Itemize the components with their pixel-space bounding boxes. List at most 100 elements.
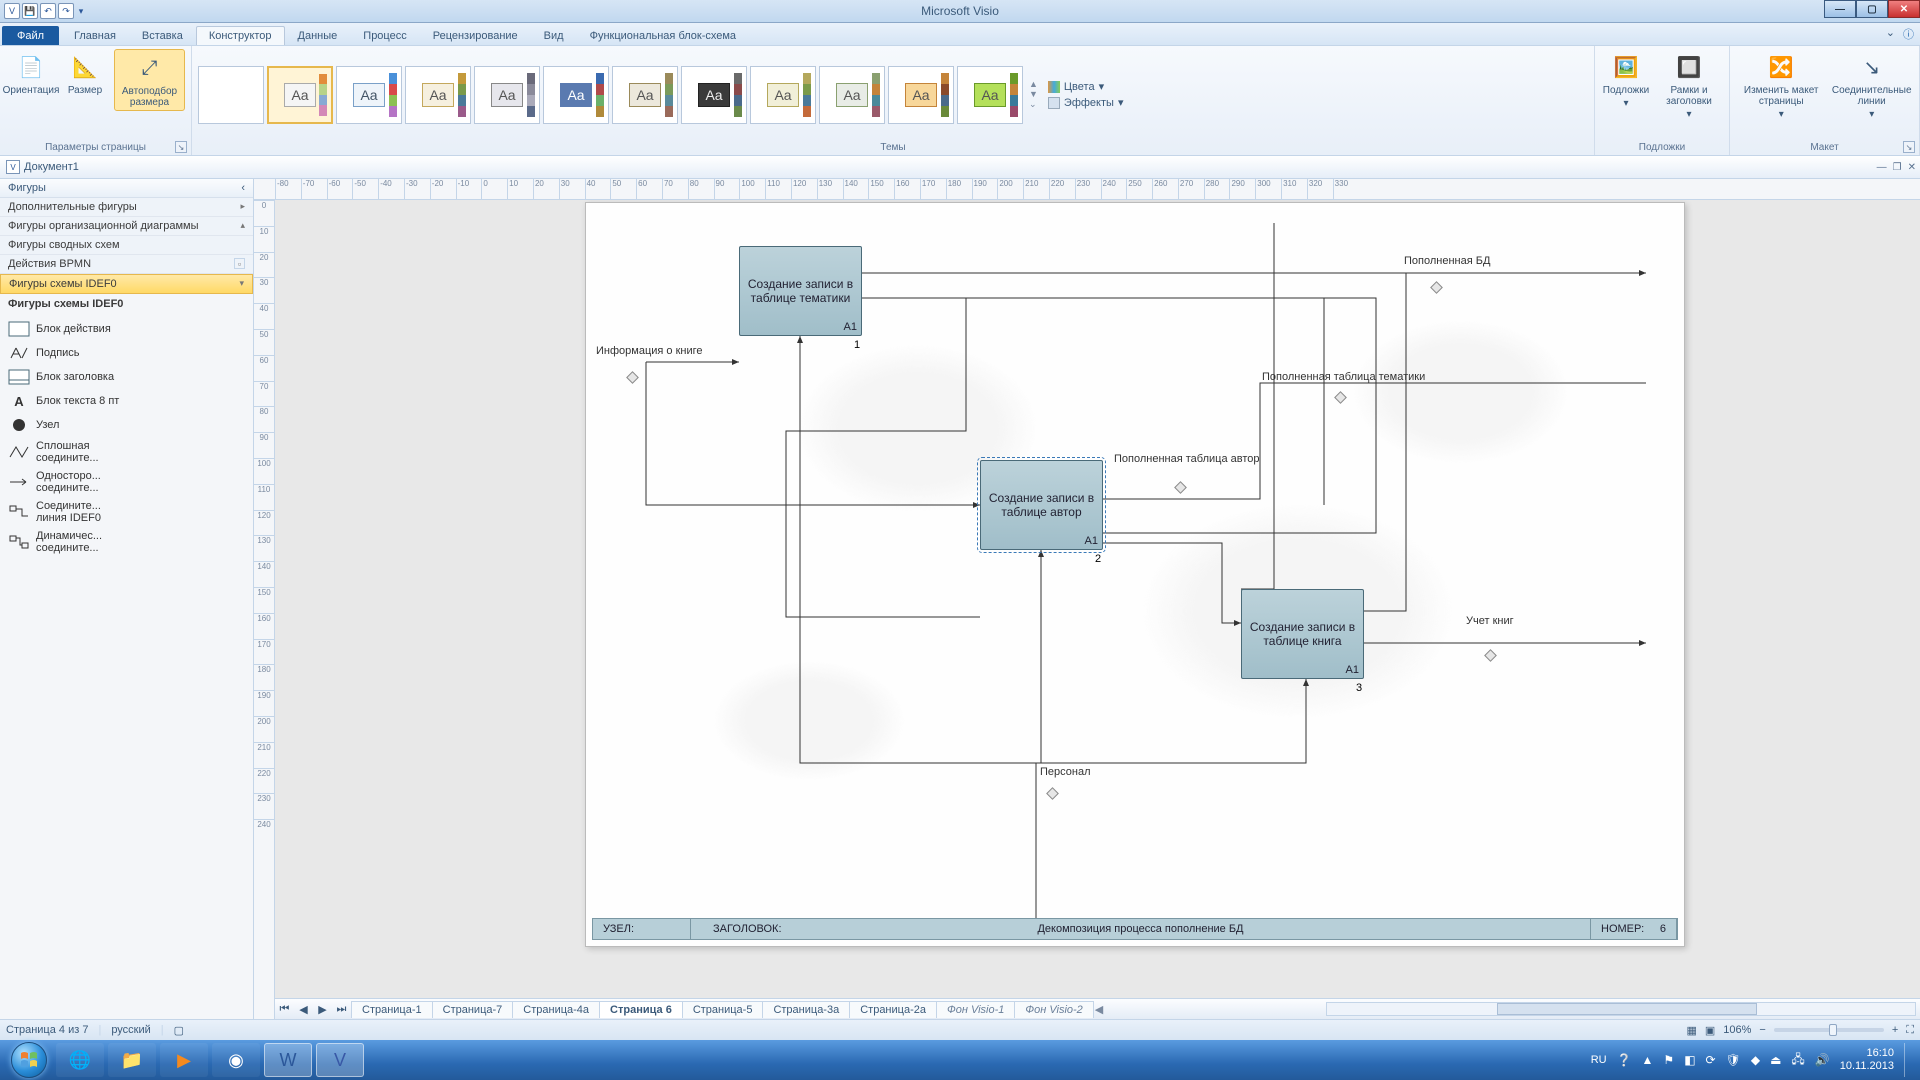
zoom-out-icon[interactable]: − bbox=[1759, 1024, 1765, 1036]
volume-icon[interactable]: 🔊 bbox=[1815, 1053, 1830, 1067]
tab-design[interactable]: Конструктор bbox=[196, 26, 285, 45]
redo-icon[interactable]: ↷ bbox=[58, 3, 74, 19]
theme-10[interactable]: Aa bbox=[888, 66, 954, 124]
horizontal-scrollbar[interactable] bbox=[1326, 1002, 1916, 1016]
tab-flowchart[interactable]: Функциональная блок-схема bbox=[577, 26, 749, 45]
idef0-block-1[interactable]: Создание записи в таблице тематикиA1 bbox=[739, 246, 862, 336]
theme-effects-button[interactable]: Эффекты ▾ bbox=[1048, 96, 1124, 109]
theme-5[interactable]: Aa bbox=[543, 66, 609, 124]
tabnav-first-icon[interactable]: ⏮ bbox=[276, 1001, 293, 1018]
page-tab[interactable]: Страница-1 bbox=[351, 1001, 433, 1018]
theme-2[interactable]: Aa bbox=[336, 66, 402, 124]
doc-minimize-icon[interactable]: — bbox=[1877, 162, 1887, 173]
taskbar-chrome[interactable]: ◉ bbox=[212, 1043, 260, 1077]
taskbar-word[interactable]: W bbox=[264, 1043, 312, 1077]
doc-restore-icon[interactable]: ❐ bbox=[1893, 162, 1902, 173]
drawing-canvas[interactable]: Создание записи в таблице тематикиA1 1 С… bbox=[275, 200, 1920, 998]
orientation-button[interactable]: 📄Ориентация bbox=[6, 49, 56, 98]
theme-8[interactable]: Aa bbox=[750, 66, 816, 124]
zoom-slider[interactable] bbox=[1774, 1028, 1884, 1032]
network-icon[interactable]: 🖧 bbox=[1791, 1050, 1804, 1071]
theme-4[interactable]: Aa bbox=[474, 66, 540, 124]
theme-none[interactable] bbox=[198, 66, 264, 124]
tray-lang[interactable]: RU bbox=[1591, 1054, 1607, 1066]
page-tabs-overflow-icon[interactable]: ◀ bbox=[1095, 1003, 1103, 1016]
view-fullscreen-icon[interactable]: ▣ bbox=[1705, 1024, 1715, 1037]
size-button[interactable]: 📐Размер bbox=[60, 49, 110, 98]
tab-insert[interactable]: Вставка bbox=[129, 26, 196, 45]
shape-solid-connector[interactable]: Сплошная соедините... bbox=[6, 438, 124, 466]
undo-icon[interactable]: ↶ bbox=[40, 3, 56, 19]
page-tab[interactable]: Страница-5 bbox=[682, 1001, 764, 1018]
maximize-button[interactable]: ▢ bbox=[1856, 0, 1888, 18]
visio-app-icon[interactable]: V bbox=[4, 3, 20, 19]
help-tray-icon[interactable]: ❔ bbox=[1617, 1053, 1632, 1067]
tab-home[interactable]: Главная bbox=[61, 26, 129, 45]
shape-oneway-connector[interactable]: Односторо... соедините... bbox=[6, 468, 124, 496]
close-button[interactable]: ✕ bbox=[1888, 0, 1920, 18]
theme-6[interactable]: Aa bbox=[612, 66, 678, 124]
theme-scroll-up-icon[interactable]: ▲ bbox=[1029, 79, 1038, 89]
theme-1[interactable]: Aa bbox=[267, 66, 333, 124]
shapes-cat-idef0[interactable]: Фигуры схемы IDEF0▾ bbox=[0, 274, 253, 294]
theme-colors-button[interactable]: Цвета ▾ bbox=[1048, 80, 1124, 93]
shapes-cat-pivot[interactable]: Фигуры сводных схем bbox=[0, 236, 253, 255]
tab-data[interactable]: Данные bbox=[285, 26, 351, 45]
idef0-block-2[interactable]: Создание записи в таблице авторA1 bbox=[980, 460, 1103, 550]
help-icon[interactable]: ⓘ bbox=[1903, 26, 1914, 42]
tabnav-last-icon[interactable]: ⏭ bbox=[333, 1001, 350, 1018]
tabnav-prev-icon[interactable]: ◀ bbox=[295, 1001, 312, 1018]
taskbar-explorer[interactable]: 📁 bbox=[108, 1043, 156, 1077]
page-tab[interactable]: Страница-2а bbox=[849, 1001, 937, 1018]
collapse-icon[interactable]: ‹ bbox=[241, 182, 245, 194]
page-tab[interactable]: Страница 6 bbox=[599, 1001, 683, 1018]
start-button[interactable] bbox=[6, 1040, 52, 1080]
shapes-cat-bpmn[interactable]: Действия BPMN▫ bbox=[0, 255, 253, 274]
shape-label[interactable]: Подпись bbox=[6, 342, 124, 364]
autosize-button[interactable]: ⤢Автоподбор размера bbox=[114, 49, 185, 111]
shape-node[interactable]: Узел bbox=[6, 414, 124, 436]
shape-activity-block[interactable]: Блок действия bbox=[6, 318, 124, 340]
view-normal-icon[interactable]: ▦ bbox=[1686, 1024, 1696, 1037]
action-center-icon[interactable]: ⚑ bbox=[1663, 1053, 1674, 1067]
tab-file[interactable]: Файл bbox=[2, 26, 59, 45]
shape-idef0-connector[interactable]: Соедините... линия IDEF0 bbox=[6, 498, 124, 526]
taskbar-ie[interactable]: 🌐 bbox=[56, 1043, 104, 1077]
shapes-more[interactable]: Дополнительные фигуры▸ bbox=[0, 198, 253, 217]
doc-close-icon[interactable]: ✕ bbox=[1908, 162, 1916, 173]
page-tab[interactable]: Фон Visio-1 bbox=[936, 1001, 1015, 1018]
save-icon[interactable]: 💾 bbox=[22, 3, 38, 19]
minimize-button[interactable]: — bbox=[1824, 0, 1856, 18]
horizontal-ruler[interactable]: -80-70-60-50-40-30-20-100102030405060708… bbox=[254, 179, 1920, 200]
zoom-level[interactable]: 106% bbox=[1723, 1024, 1751, 1036]
theme-gallery-more-icon[interactable]: ⌄ bbox=[1029, 99, 1038, 110]
taskbar-visio[interactable]: V bbox=[316, 1043, 364, 1077]
macro-record-icon[interactable]: ▢ bbox=[174, 1024, 184, 1037]
theme-scroll-down-icon[interactable]: ▼ bbox=[1029, 89, 1038, 99]
tabnav-next-icon[interactable]: ▶ bbox=[314, 1001, 331, 1018]
tab-process[interactable]: Процесс bbox=[350, 26, 419, 45]
tray-shield-icon[interactable]: 🛡 bbox=[1726, 1053, 1741, 1067]
theme-9[interactable]: Aa bbox=[819, 66, 885, 124]
page-tab[interactable]: Фон Visio-2 bbox=[1014, 1001, 1093, 1018]
qat-dropdown-icon[interactable]: ▾ bbox=[76, 3, 86, 19]
page-tab[interactable]: Страница-3а bbox=[762, 1001, 850, 1018]
tray-usb-icon[interactable]: ⏏ bbox=[1770, 1053, 1781, 1067]
theme-3[interactable]: Aa bbox=[405, 66, 471, 124]
backgrounds-button[interactable]: 🖼️Подложки ▾ bbox=[1601, 49, 1651, 111]
connectors-button[interactable]: ↘Соединительные линии ▾ bbox=[1830, 49, 1913, 122]
pagesetup-launcher-icon[interactable]: ↘ bbox=[175, 141, 187, 153]
taskbar-media[interactable]: ▶ bbox=[160, 1043, 208, 1077]
zoom-knob[interactable] bbox=[1829, 1024, 1837, 1036]
tray-clock[interactable]: 16:10 10.11.2013 bbox=[1840, 1047, 1894, 1073]
vertical-ruler[interactable]: 0102030405060708090100110120130140150160… bbox=[254, 200, 275, 1019]
tab-view[interactable]: Вид bbox=[531, 26, 577, 45]
shapes-pane-header[interactable]: Фигуры‹ bbox=[0, 179, 253, 198]
shape-dynamic-connector[interactable]: Динамичес... соедините... bbox=[6, 528, 124, 556]
theme-11[interactable]: Aa bbox=[957, 66, 1023, 124]
status-language[interactable]: русский bbox=[111, 1024, 150, 1036]
layout-launcher-icon[interactable]: ↘ bbox=[1903, 141, 1915, 153]
drawing-page[interactable]: Создание записи в таблице тематикиA1 1 С… bbox=[585, 202, 1685, 947]
page-tab[interactable]: Страница-4а bbox=[512, 1001, 600, 1018]
shape-title-block[interactable]: Блок заголовка bbox=[6, 366, 124, 388]
